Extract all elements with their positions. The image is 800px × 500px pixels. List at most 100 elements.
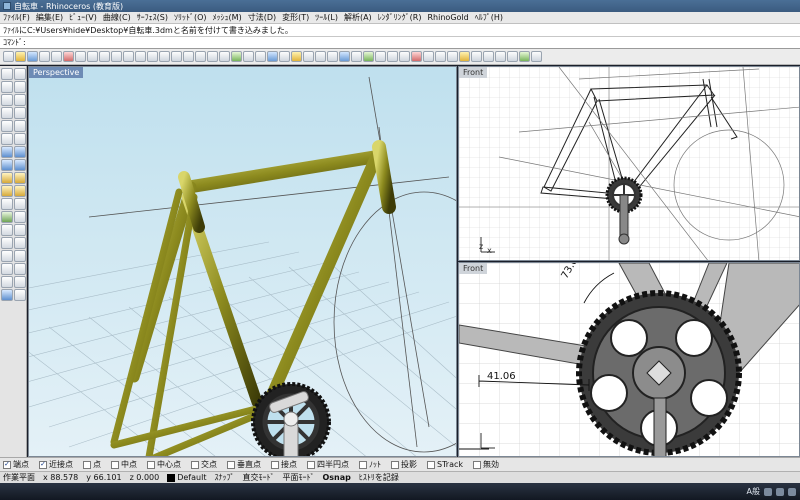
osnap-perpendicular[interactable]: 垂直点 <box>227 459 261 470</box>
status-layer[interactable]: Default <box>167 473 206 482</box>
cylinder-icon[interactable] <box>1 185 13 197</box>
osnap-checkbox[interactable] <box>307 460 315 469</box>
osnap-tangent[interactable]: 接点 <box>271 459 297 470</box>
osnap-near[interactable]: ✓ 近接点 <box>39 459 73 470</box>
circle-icon[interactable] <box>1 107 13 119</box>
arc-icon[interactable] <box>14 107 26 119</box>
zoom-icon[interactable] <box>147 51 158 62</box>
rotate-icon[interactable] <box>1 263 13 275</box>
menu-tools[interactable]: ﾂｰﾙ(L) <box>312 12 341 23</box>
osnap-point[interactable]: 点 <box>83 459 101 470</box>
osnap-strack[interactable]: STrack <box>427 460 463 469</box>
osnap-checkbox[interactable] <box>147 460 155 469</box>
menu-solid[interactable]: ｿﾘｯﾄﾞ(O) <box>171 12 210 23</box>
status-ortho-toggle[interactable]: 直交ﾓｰﾄﾞ <box>242 472 274 483</box>
osnap-checkbox[interactable] <box>191 460 199 469</box>
status-cplane[interactable]: 作業平面 <box>3 472 35 483</box>
menu-curve[interactable]: 曲線(C) <box>100 12 134 23</box>
boolean-union-icon[interactable] <box>1 198 13 210</box>
rotate-view-icon[interactable] <box>135 51 146 62</box>
flag-icon[interactable] <box>788 487 796 496</box>
front-viewport-top[interactable]: Front z x <box>458 66 800 261</box>
import-icon[interactable] <box>51 51 62 62</box>
menu-help[interactable]: ﾍﾙﾌﾟ(H) <box>472 12 506 23</box>
viewport-title-front-bottom[interactable]: Front <box>459 263 488 274</box>
angle-icon[interactable] <box>447 51 458 62</box>
options-icon[interactable] <box>315 51 326 62</box>
select-arrow-icon[interactable] <box>1 68 13 80</box>
osnap-knot[interactable]: ﾉｯﾄ <box>359 459 381 470</box>
leader-icon[interactable] <box>483 51 494 62</box>
analyze-icon[interactable] <box>423 51 434 62</box>
menu-render[interactable]: ﾚﾝﾀﾞﾘﾝｸﾞ(R) <box>375 12 425 23</box>
menu-analyze[interactable]: 解析(A) <box>341 12 375 23</box>
boolean-difference-icon[interactable] <box>14 198 26 210</box>
status-osnap-toggle[interactable]: Osnap <box>322 473 350 482</box>
osnap-checkbox[interactable] <box>271 460 279 469</box>
four-viewports-icon[interactable] <box>195 51 206 62</box>
new-file-icon[interactable] <box>3 51 14 62</box>
environment-icon[interactable] <box>363 51 374 62</box>
command-prompt[interactable]: ｺﾏﾝﾄﾞ: <box>0 37 800 49</box>
sphere-icon[interactable] <box>14 172 26 184</box>
copy-icon[interactable] <box>75 51 86 62</box>
explode-icon[interactable] <box>14 237 26 249</box>
curve-icon[interactable] <box>14 94 26 106</box>
mirror-icon[interactable] <box>1 276 13 288</box>
lock-icon[interactable] <box>399 51 410 62</box>
move-icon[interactable] <box>1 250 13 262</box>
osnap-disable[interactable]: 無効 <box>473 459 499 470</box>
shaded-icon[interactable] <box>255 51 266 62</box>
osnap-checkbox[interactable] <box>359 460 367 469</box>
osnap-intersection[interactable]: 交点 <box>191 459 217 470</box>
front-viewport-bottom[interactable]: Front 73.0° 41.06 <box>458 262 800 457</box>
osnap-checkbox[interactable]: ✓ <box>3 460 11 469</box>
freeform-icon[interactable] <box>14 133 26 145</box>
redo-icon[interactable] <box>111 51 122 62</box>
ime-indicator[interactable]: A般 <box>747 486 760 497</box>
osnap-checkbox[interactable] <box>391 460 399 469</box>
network-icon[interactable] <box>764 487 772 496</box>
loft-icon[interactable] <box>14 146 26 158</box>
extrude-icon[interactable] <box>14 185 26 197</box>
point-icon[interactable] <box>1 81 13 93</box>
join-icon[interactable] <box>1 237 13 249</box>
render-icon[interactable] <box>339 51 350 62</box>
split-icon[interactable] <box>14 224 26 236</box>
line-icon[interactable] <box>1 94 13 106</box>
osnap-center[interactable]: 中心点 <box>147 459 181 470</box>
viewport-title-front-top[interactable]: Front <box>459 67 488 78</box>
grid-icon[interactable] <box>219 51 230 62</box>
hatch-icon[interactable] <box>495 51 506 62</box>
rendered-icon[interactable] <box>267 51 278 62</box>
osnap-checkbox[interactable] <box>83 460 91 469</box>
menu-transform[interactable]: 変形(T) <box>279 12 312 23</box>
scale-icon[interactable] <box>14 263 26 275</box>
status-history-toggle[interactable]: ﾋｽﾄﾘを記録 <box>359 472 399 483</box>
cplane-icon[interactable] <box>207 51 218 62</box>
group-icon[interactable] <box>507 51 518 62</box>
zoom-window-icon[interactable] <box>159 51 170 62</box>
show-icon[interactable] <box>387 51 398 62</box>
unlock-icon[interactable] <box>411 51 422 62</box>
trim-icon[interactable] <box>1 224 13 236</box>
open-folder-icon[interactable] <box>15 51 26 62</box>
fillet-icon[interactable] <box>14 211 26 223</box>
ellipse-icon[interactable] <box>1 120 13 132</box>
menu-rhinogold[interactable]: RhinoGold <box>425 13 472 22</box>
wireframe-icon[interactable] <box>243 51 254 62</box>
perspective-viewport[interactable]: Perspective <box>28 66 457 457</box>
revolve-icon[interactable] <box>14 159 26 171</box>
text-icon[interactable] <box>471 51 482 62</box>
help-icon[interactable] <box>327 51 338 62</box>
osnap-project[interactable]: 投影 <box>391 459 417 470</box>
material-icon[interactable] <box>351 51 362 62</box>
block-icon[interactable] <box>519 51 530 62</box>
menu-view[interactable]: ﾋﾞｭｰ(V) <box>66 12 100 23</box>
layer-icon[interactable] <box>291 51 302 62</box>
array-icon[interactable] <box>14 276 26 288</box>
copy-object-icon[interactable] <box>14 250 26 262</box>
menu-mesh[interactable]: ﾒｯｼｭ(M) <box>210 12 245 23</box>
box-icon[interactable] <box>1 172 13 184</box>
select-points-icon[interactable] <box>231 51 242 62</box>
